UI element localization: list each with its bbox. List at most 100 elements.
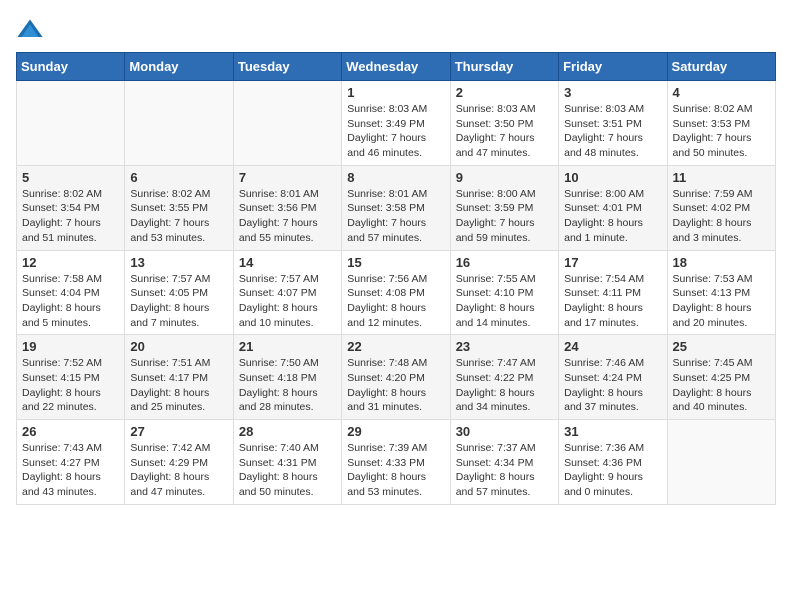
page-header bbox=[16, 16, 776, 44]
day-detail: Sunrise: 7:57 AM Sunset: 4:07 PM Dayligh… bbox=[239, 272, 336, 331]
day-number: 20 bbox=[130, 339, 227, 354]
day-number: 10 bbox=[564, 170, 661, 185]
calendar-cell: 5 Sunrise: 8:02 AM Sunset: 3:54 PM Daylig… bbox=[17, 165, 125, 250]
calendar-cell: 4Sunrise: 8:02 AM Sunset: 3:53 PM Daylig… bbox=[667, 81, 775, 166]
calendar-cell: 9 Sunrise: 8:00 AM Sunset: 3:59 PM Daylig… bbox=[450, 165, 558, 250]
day-number: 16 bbox=[456, 255, 553, 270]
day-number: 15 bbox=[347, 255, 444, 270]
day-number: 1 bbox=[347, 85, 444, 100]
day-number: 21 bbox=[239, 339, 336, 354]
day-detail: Sunrise: 7:51 AM Sunset: 4:17 PM Dayligh… bbox=[130, 356, 227, 415]
calendar-cell: 19 Sunrise: 7:52 AM Sunset: 4:15 PM Dayli… bbox=[17, 335, 125, 420]
calendar-cell: 24 Sunrise: 7:46 AM Sunset: 4:24 PM Dayli… bbox=[559, 335, 667, 420]
calendar-cell: 20 Sunrise: 7:51 AM Sunset: 4:17 PM Dayli… bbox=[125, 335, 233, 420]
calendar-cell bbox=[125, 81, 233, 166]
day-detail: Sunrise: 7:37 AM Sunset: 4:34 PM Dayligh… bbox=[456, 441, 553, 500]
day-detail: Sunrise: 7:57 AM Sunset: 4:05 PM Dayligh… bbox=[130, 272, 227, 331]
calendar-cell: 1 Sunrise: 8:03 AM Sunset: 3:49 PM Daylig… bbox=[342, 81, 450, 166]
calendar-cell: 31Sunrise: 7:36 AM Sunset: 4:36 PM Dayli… bbox=[559, 420, 667, 505]
day-detail: Sunrise: 7:52 AM Sunset: 4:15 PM Dayligh… bbox=[22, 356, 119, 415]
calendar-cell: 18 Sunrise: 7:53 AM Sunset: 4:13 PM Dayli… bbox=[667, 250, 775, 335]
weekday-header-thursday: Thursday bbox=[450, 53, 558, 81]
calendar-cell bbox=[17, 81, 125, 166]
calendar-cell: 10 Sunrise: 8:00 AM Sunset: 4:01 PM Dayli… bbox=[559, 165, 667, 250]
weekday-header-wednesday: Wednesday bbox=[342, 53, 450, 81]
day-number: 3 bbox=[564, 85, 661, 100]
calendar-cell: 11 Sunrise: 7:59 AM Sunset: 4:02 PM Dayli… bbox=[667, 165, 775, 250]
day-number: 12 bbox=[22, 255, 119, 270]
day-number: 6 bbox=[130, 170, 227, 185]
calendar-cell: 6 Sunrise: 8:02 AM Sunset: 3:55 PM Daylig… bbox=[125, 165, 233, 250]
day-detail: Sunrise: 8:02 AM Sunset: 3:55 PM Dayligh… bbox=[130, 187, 227, 246]
calendar-cell: 8Sunrise: 8:01 AM Sunset: 3:58 PM Daylig… bbox=[342, 165, 450, 250]
day-number: 24 bbox=[564, 339, 661, 354]
calendar-cell: 17 Sunrise: 7:54 AM Sunset: 4:11 PM Dayli… bbox=[559, 250, 667, 335]
day-detail: Sunrise: 8:03 AM Sunset: 3:49 PM Dayligh… bbox=[347, 102, 444, 161]
day-number: 2 bbox=[456, 85, 553, 100]
calendar-cell: 30 Sunrise: 7:37 AM Sunset: 4:34 PM Dayli… bbox=[450, 420, 558, 505]
calendar-cell bbox=[667, 420, 775, 505]
day-detail: Sunrise: 8:03 AM Sunset: 3:51 PM Dayligh… bbox=[564, 102, 661, 161]
calendar-cell: 28 Sunrise: 7:40 AM Sunset: 4:31 PM Dayli… bbox=[233, 420, 341, 505]
day-detail: Sunrise: 7:45 AM Sunset: 4:25 PM Dayligh… bbox=[673, 356, 770, 415]
day-number: 19 bbox=[22, 339, 119, 354]
day-number: 28 bbox=[239, 424, 336, 439]
day-number: 13 bbox=[130, 255, 227, 270]
day-number: 25 bbox=[673, 339, 770, 354]
calendar-cell: 12Sunrise: 7:58 AM Sunset: 4:04 PM Dayli… bbox=[17, 250, 125, 335]
weekday-header-friday: Friday bbox=[559, 53, 667, 81]
day-detail: Sunrise: 7:50 AM Sunset: 4:18 PM Dayligh… bbox=[239, 356, 336, 415]
calendar-cell: 22 Sunrise: 7:48 AM Sunset: 4:20 PM Dayli… bbox=[342, 335, 450, 420]
weekday-header-monday: Monday bbox=[125, 53, 233, 81]
calendar-cell: 21 Sunrise: 7:50 AM Sunset: 4:18 PM Dayli… bbox=[233, 335, 341, 420]
day-detail: Sunrise: 8:03 AM Sunset: 3:50 PM Dayligh… bbox=[456, 102, 553, 161]
day-number: 22 bbox=[347, 339, 444, 354]
calendar-cell bbox=[233, 81, 341, 166]
calendar-cell: 7Sunrise: 8:01 AM Sunset: 3:56 PM Daylig… bbox=[233, 165, 341, 250]
day-number: 23 bbox=[456, 339, 553, 354]
day-detail: Sunrise: 7:53 AM Sunset: 4:13 PM Dayligh… bbox=[673, 272, 770, 331]
calendar-cell: 26 Sunrise: 7:43 AM Sunset: 4:27 PM Dayli… bbox=[17, 420, 125, 505]
calendar-cell: 29 Sunrise: 7:39 AM Sunset: 4:33 PM Dayli… bbox=[342, 420, 450, 505]
day-number: 27 bbox=[130, 424, 227, 439]
weekday-header-sunday: Sunday bbox=[17, 53, 125, 81]
day-detail: Sunrise: 7:54 AM Sunset: 4:11 PM Dayligh… bbox=[564, 272, 661, 331]
day-detail: Sunrise: 8:00 AM Sunset: 4:01 PM Dayligh… bbox=[564, 187, 661, 246]
day-number: 8 bbox=[347, 170, 444, 185]
logo bbox=[16, 16, 48, 44]
weekday-header-saturday: Saturday bbox=[667, 53, 775, 81]
day-detail: Sunrise: 7:59 AM Sunset: 4:02 PM Dayligh… bbox=[673, 187, 770, 246]
day-detail: Sunrise: 7:47 AM Sunset: 4:22 PM Dayligh… bbox=[456, 356, 553, 415]
calendar-table: SundayMondayTuesdayWednesdayThursdayFrid… bbox=[16, 52, 776, 505]
day-detail: Sunrise: 7:40 AM Sunset: 4:31 PM Dayligh… bbox=[239, 441, 336, 500]
day-number: 29 bbox=[347, 424, 444, 439]
day-detail: Sunrise: 7:39 AM Sunset: 4:33 PM Dayligh… bbox=[347, 441, 444, 500]
day-number: 7 bbox=[239, 170, 336, 185]
day-detail: Sunrise: 7:46 AM Sunset: 4:24 PM Dayligh… bbox=[564, 356, 661, 415]
day-number: 30 bbox=[456, 424, 553, 439]
calendar-cell: 23 Sunrise: 7:47 AM Sunset: 4:22 PM Dayli… bbox=[450, 335, 558, 420]
logo-icon bbox=[16, 16, 44, 44]
day-number: 5 bbox=[22, 170, 119, 185]
calendar-cell: 27Sunrise: 7:42 AM Sunset: 4:29 PM Dayli… bbox=[125, 420, 233, 505]
day-number: 18 bbox=[673, 255, 770, 270]
calendar-cell: 2 Sunrise: 8:03 AM Sunset: 3:50 PM Daylig… bbox=[450, 81, 558, 166]
day-detail: Sunrise: 8:02 AM Sunset: 3:53 PM Dayligh… bbox=[673, 102, 770, 161]
day-number: 11 bbox=[673, 170, 770, 185]
calendar-cell: 13 Sunrise: 7:57 AM Sunset: 4:05 PM Dayli… bbox=[125, 250, 233, 335]
day-detail: Sunrise: 8:00 AM Sunset: 3:59 PM Dayligh… bbox=[456, 187, 553, 246]
day-number: 26 bbox=[22, 424, 119, 439]
day-detail: Sunrise: 7:36 AM Sunset: 4:36 PM Dayligh… bbox=[564, 441, 661, 500]
day-number: 9 bbox=[456, 170, 553, 185]
day-detail: Sunrise: 8:02 AM Sunset: 3:54 PM Dayligh… bbox=[22, 187, 119, 246]
day-number: 17 bbox=[564, 255, 661, 270]
day-detail: Sunrise: 7:48 AM Sunset: 4:20 PM Dayligh… bbox=[347, 356, 444, 415]
day-detail: Sunrise: 7:43 AM Sunset: 4:27 PM Dayligh… bbox=[22, 441, 119, 500]
calendar-cell: 15Sunrise: 7:56 AM Sunset: 4:08 PM Dayli… bbox=[342, 250, 450, 335]
calendar-cell: 25 Sunrise: 7:45 AM Sunset: 4:25 PM Dayli… bbox=[667, 335, 775, 420]
day-number: 14 bbox=[239, 255, 336, 270]
calendar-cell: 3 Sunrise: 8:03 AM Sunset: 3:51 PM Daylig… bbox=[559, 81, 667, 166]
calendar-cell: 16 Sunrise: 7:55 AM Sunset: 4:10 PM Dayli… bbox=[450, 250, 558, 335]
calendar-cell: 14 Sunrise: 7:57 AM Sunset: 4:07 PM Dayli… bbox=[233, 250, 341, 335]
day-detail: Sunrise: 7:55 AM Sunset: 4:10 PM Dayligh… bbox=[456, 272, 553, 331]
